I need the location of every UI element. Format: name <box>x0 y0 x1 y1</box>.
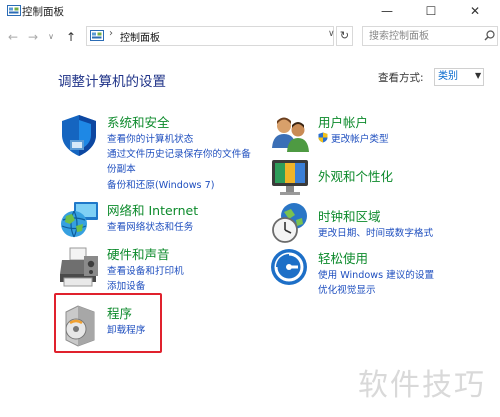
users-icon[interactable] <box>268 112 314 158</box>
chevron-down-icon[interactable]: ▼ <box>475 71 481 80</box>
ease-of-access-icon[interactable] <box>268 246 314 292</box>
link-add-device[interactable]: 添加设备 <box>107 278 145 292</box>
link-view-computer-status[interactable]: 查看你的计算机状态 <box>107 131 193 145</box>
page-title: 调整计算机的设置 <box>58 74 166 90</box>
network-globe-icon[interactable] <box>56 198 102 244</box>
link-devices-printers[interactable]: 查看设备和打印机 <box>107 263 184 277</box>
link-file-history[interactable]: 通过文件历史记录保存你的文件备 <box>107 146 251 160</box>
close-button[interactable]: ✕ <box>453 0 497 22</box>
refresh-button[interactable]: ↻ <box>336 26 353 46</box>
up-button[interactable]: ↑ <box>64 30 78 44</box>
link-network-status[interactable]: 查看网络状态和任务 <box>107 219 193 233</box>
view-by-label: 查看方式: <box>378 72 424 84</box>
link-recommended-settings[interactable]: 使用 Windows 建议的设置 <box>318 267 434 281</box>
link-optimize-display[interactable]: 优化视觉显示 <box>318 282 376 296</box>
breadcrumb-separator[interactable]: › <box>109 28 113 39</box>
highlight-box <box>54 293 162 353</box>
control-panel-icon <box>90 30 104 41</box>
breadcrumb-item[interactable]: 控制面板 <box>120 29 160 44</box>
maximize-button[interactable]: ☐ <box>409 0 453 22</box>
window-title: 控制面板 <box>22 6 64 18</box>
back-button[interactable]: ← <box>6 30 20 44</box>
search-input[interactable] <box>362 26 498 46</box>
watermark-text: 软件技巧 <box>358 368 486 403</box>
link-file-history-cont[interactable]: 份副本 <box>107 161 136 175</box>
category-clock-region[interactable]: 时钟和区域 <box>318 206 381 225</box>
category-network-internet[interactable]: 网络和 Internet <box>107 200 198 219</box>
forward-button[interactable]: → <box>26 30 40 44</box>
category-ease-of-access[interactable]: 轻松使用 <box>318 248 368 267</box>
minimize-button[interactable]: — <box>365 0 409 22</box>
monitor-appearance-icon[interactable] <box>268 154 314 200</box>
shield-icon[interactable] <box>56 112 102 158</box>
category-hardware-sound[interactable]: 硬件和声音 <box>107 244 170 263</box>
link-change-account-type[interactable]: 更改帐户类型 <box>331 131 389 145</box>
link-change-date-format[interactable]: 更改日期、时间或数字格式 <box>318 225 433 239</box>
uac-shield-icon <box>318 132 328 143</box>
clock-globe-icon[interactable] <box>268 200 314 246</box>
category-system-security[interactable]: 系统和安全 <box>107 112 170 131</box>
category-appearance[interactable]: 外观和个性化 <box>318 166 393 185</box>
control-panel-icon <box>7 5 21 16</box>
recent-locations-button[interactable]: ∨ <box>44 30 58 44</box>
category-user-accounts[interactable]: 用户帐户 <box>318 112 368 131</box>
printer-icon[interactable] <box>56 244 102 290</box>
link-backup-restore[interactable]: 备份和还原(Windows 7) <box>107 177 214 191</box>
chevron-down-icon[interactable]: ∨ <box>328 29 335 39</box>
search-icon[interactable] <box>484 30 495 41</box>
